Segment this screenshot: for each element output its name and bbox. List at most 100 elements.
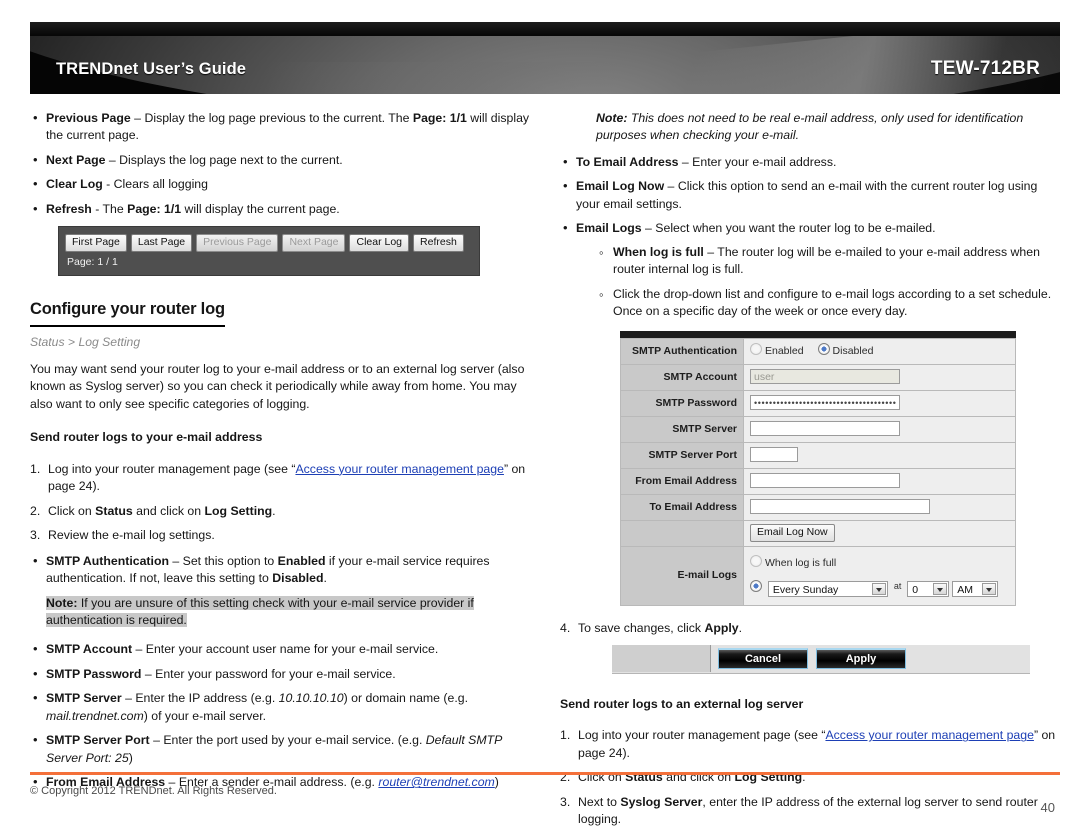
table-row: E-mail Logs When log is full Every Sunda… — [620, 545, 1016, 606]
right-column: Note: This does not need to be real e-ma… — [560, 110, 1060, 836]
desc: Display the log page previous to the cur… — [144, 111, 413, 125]
clear-log-button[interactable]: Clear Log — [349, 234, 410, 253]
email-field-descriptions: To Email Address – Enter your e-mail add… — [560, 153, 1060, 321]
step-text-tail: . — [272, 503, 276, 518]
radio-disabled-label[interactable]: Disabled — [833, 345, 874, 357]
desc-tail: ) — [128, 750, 133, 765]
list-item: SMTP Password – Enter your password for … — [30, 665, 530, 684]
at-label: at — [893, 581, 902, 592]
row-value-smtp-authentication: Enabled Disabled — [743, 337, 1016, 365]
cancel-button[interactable]: Cancel — [718, 647, 808, 669]
example-domain: mail.trendnet.com — [46, 708, 144, 723]
smtp-server-input[interactable] — [750, 421, 900, 437]
step-text: Click on — [48, 503, 96, 518]
radio-enabled-icon[interactable] — [750, 343, 762, 356]
smtp-settings-screenshot: SMTP Authentication Enabled Disabled SMTP… — [620, 330, 1016, 606]
document-page: TRENDnet User’s Guide TEW-712BR Previous… — [0, 0, 1080, 834]
list-item: Log into your router management page (se… — [30, 461, 530, 496]
row-label-smtp-password: SMTP Password — [620, 389, 744, 417]
from-email-address-input[interactable] — [750, 473, 900, 489]
note-highlight: Note: If you are unsure of this setting … — [46, 595, 474, 627]
chevron-down-icon[interactable] — [933, 582, 948, 595]
access-router-management-link[interactable]: Access your router management page — [295, 462, 503, 476]
schedule-hour-select[interactable]: 0 — [907, 580, 950, 597]
desc-tail: ) of your e-mail server. — [143, 708, 267, 723]
radio-enabled-label[interactable]: Enabled — [765, 345, 804, 357]
email-logs-sub-options: When log is full – The router log will b… — [598, 244, 1060, 321]
row-label-blank — [620, 519, 744, 547]
banner-top-fade — [30, 22, 1060, 36]
table-row: SMTP Password ••••••••••••••••••••••••••… — [620, 389, 1016, 417]
smtp-settings-table: SMTP Authentication Enabled Disabled SMTP… — [620, 337, 1016, 606]
term: Refresh — [46, 201, 92, 216]
step-text: Review the e-mail log settings. — [48, 528, 215, 543]
table-row: SMTP Server Port — [620, 441, 1016, 469]
schedule-ampm-value: AM — [957, 583, 973, 596]
term: Email Logs — [576, 221, 642, 236]
schedule-ampm-select[interactable]: AM — [952, 580, 999, 597]
term: SMTP Authentication — [46, 553, 169, 568]
list-item: To save changes, click Apply. — [560, 620, 1060, 638]
list-item: Email Log Now – Click this option to sen… — [560, 177, 1060, 213]
term: Next Page — [46, 152, 106, 167]
term: SMTP Password — [46, 666, 142, 681]
row-label-from-email-address: From Email Address — [620, 467, 744, 495]
refresh-button[interactable]: Refresh — [413, 234, 464, 253]
access-router-management-link-2[interactable]: Access your router management page — [825, 728, 1033, 742]
desc: Displays the log page next to the curren… — [119, 152, 343, 167]
desc-tail: will display the current page. — [181, 201, 340, 216]
first-page-button[interactable]: First Page — [65, 234, 127, 253]
schedule-day-select[interactable]: Every Sunday — [767, 580, 888, 597]
smtp-account-input[interactable]: user — [750, 369, 900, 385]
radio-when-log-full-icon[interactable] — [750, 555, 762, 568]
apply-button[interactable]: Apply — [816, 647, 906, 669]
next-page-button[interactable]: Next Page — [282, 234, 346, 253]
last-page-button[interactable]: Last Page — [130, 234, 193, 253]
list-item: Log into your router management page (se… — [560, 727, 1060, 762]
chevron-down-icon[interactable] — [982, 582, 997, 595]
page-status-label: Page: 1 / 1 — [67, 256, 118, 269]
step-text-mid: and click on — [132, 503, 205, 518]
intro-paragraph: You may want send your router log to you… — [30, 362, 525, 411]
dash: – — [105, 152, 120, 167]
radio-disabled-icon[interactable] — [817, 343, 830, 356]
dash: – — [130, 111, 145, 125]
list-item: Refresh - The Page: 1/1 will display the… — [30, 200, 530, 219]
auth-note-wrap: Note: If you are unsure of this setting … — [46, 595, 530, 630]
list-item: SMTP Server – Enter the IP address (e.g.… — [30, 689, 530, 725]
row-value-email-log-now: Email Log Now — [743, 519, 1016, 547]
list-item: Review the e-mail log settings. — [30, 527, 530, 545]
page-indicator: Page: 1/1 — [412, 111, 467, 125]
term: To Email Address — [576, 154, 679, 169]
smtp-password-input[interactable]: •••••••••••••••••••••••••••••••••••••• — [750, 395, 900, 411]
list-item: SMTP Server Port – Enter the port used b… — [30, 731, 530, 767]
row-value-smtp-server — [743, 415, 1016, 443]
row-value-smtp-server-port — [743, 441, 1016, 469]
copyright-notice: © Copyright 2012 TRENDnet. All Rights Re… — [30, 785, 277, 797]
page-title: Configure your router log — [30, 298, 225, 327]
table-row: SMTP Server — [620, 415, 1016, 443]
smtp-server-port-input[interactable] — [750, 447, 798, 463]
apply-word: Apply — [704, 620, 739, 635]
radio-when-log-full-label[interactable]: When log is full — [765, 557, 836, 569]
menu-log-setting: Log Setting — [204, 503, 273, 518]
desc: – Enter your password for your e-mail se… — [141, 666, 396, 681]
table-row: From Email Address — [620, 467, 1016, 495]
to-email-address-input[interactable] — [750, 499, 930, 515]
previous-page-button[interactable]: Previous Page — [196, 234, 279, 253]
row-label-smtp-server: SMTP Server — [620, 415, 744, 443]
panel-top-bar — [620, 330, 1016, 338]
term: Previous Page — [46, 111, 131, 125]
list-item: Click the drop-down list and configure t… — [598, 286, 1060, 321]
radio-schedule-icon[interactable] — [750, 580, 762, 593]
example-email-link[interactable]: router@trendnet.com — [378, 775, 494, 789]
when-log-full-option[interactable]: When log is full — [750, 555, 1009, 571]
subsection-heading-email: Send router logs to your e-mail address — [30, 430, 263, 445]
schedule-option[interactable]: Every Sunday at 0 AM — [750, 580, 1009, 597]
email-log-now-button[interactable]: Email Log Now — [750, 524, 835, 543]
syslog-server-term: Syslog Server — [620, 794, 703, 809]
router-log-toolbar-screenshot: First Page Last Page Previous Page Next Pag… — [58, 226, 480, 277]
step-text: To save changes, click — [578, 620, 705, 635]
schedule-hour-value: 0 — [912, 583, 919, 596]
chevron-down-icon[interactable] — [871, 582, 886, 595]
